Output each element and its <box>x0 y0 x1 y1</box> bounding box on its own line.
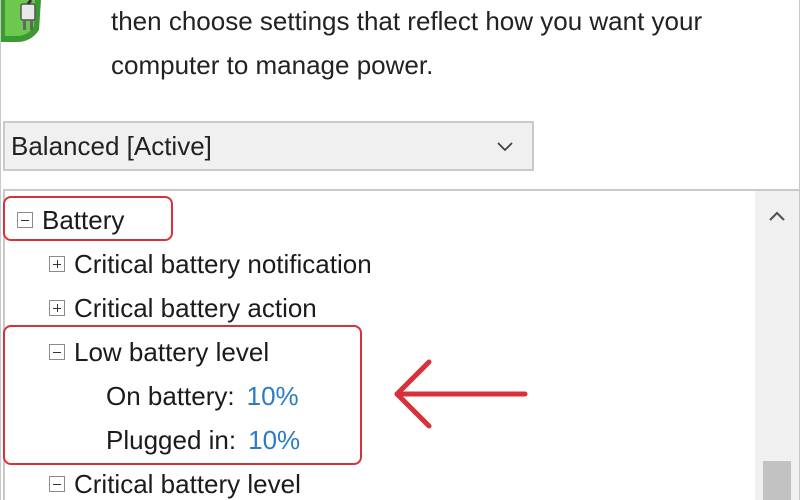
setting-plugged-in[interactable]: Plugged in: 10% <box>106 420 300 460</box>
collapse-icon[interactable] <box>17 212 33 228</box>
scrollbar-thumb[interactable] <box>763 461 791 500</box>
tree-item-critical-battery-action[interactable]: Critical battery action <box>49 288 317 328</box>
tree-item-label: Critical battery notification <box>74 248 372 279</box>
chevron-down-icon <box>497 142 513 152</box>
chevron-up-icon[interactable] <box>762 205 792 227</box>
tree-item-low-battery-level[interactable]: Low battery level <box>49 332 269 372</box>
setting-label: On battery: <box>106 380 235 411</box>
plan-description: then choose settings that reflect how yo… <box>111 0 791 87</box>
setting-label: Plugged in: <box>106 424 237 455</box>
description-line-1: then choose settings that reflect how yo… <box>111 6 703 36</box>
plugged-in-value-link[interactable]: 10% <box>248 425 300 456</box>
tree-item-label: Critical battery action <box>74 292 317 323</box>
power-plan-value: Balanced [Active] <box>11 130 212 161</box>
tree-item-critical-battery-notification[interactable]: Critical battery notification <box>49 244 372 284</box>
tree-item-critical-battery-level[interactable]: Critical battery level <box>49 464 301 500</box>
power-plan-dropdown[interactable]: Balanced [Active] <box>3 121 534 171</box>
battery-plug-icon <box>1 0 41 42</box>
setting-on-battery[interactable]: On battery: 10% <box>106 376 299 416</box>
on-battery-value-link[interactable]: 10% <box>247 381 299 412</box>
tree-item-label: Battery <box>42 204 125 235</box>
left-arrow-icon <box>394 359 528 429</box>
tree-item-label: Low battery level <box>74 336 270 367</box>
description-line-2: computer to manage power. <box>111 50 434 80</box>
collapse-icon[interactable] <box>49 476 65 492</box>
expand-icon[interactable] <box>49 300 65 316</box>
tree-item-battery[interactable]: Battery <box>17 200 124 240</box>
expand-icon[interactable] <box>49 256 65 272</box>
vertical-scrollbar[interactable] <box>755 191 799 500</box>
advanced-settings-tree[interactable]: Battery Critical battery notification Cr… <box>3 189 799 500</box>
tree-item-label: Critical battery level <box>74 468 301 499</box>
collapse-icon[interactable] <box>49 344 65 360</box>
power-options-window: then choose settings that reflect how yo… <box>0 0 800 500</box>
